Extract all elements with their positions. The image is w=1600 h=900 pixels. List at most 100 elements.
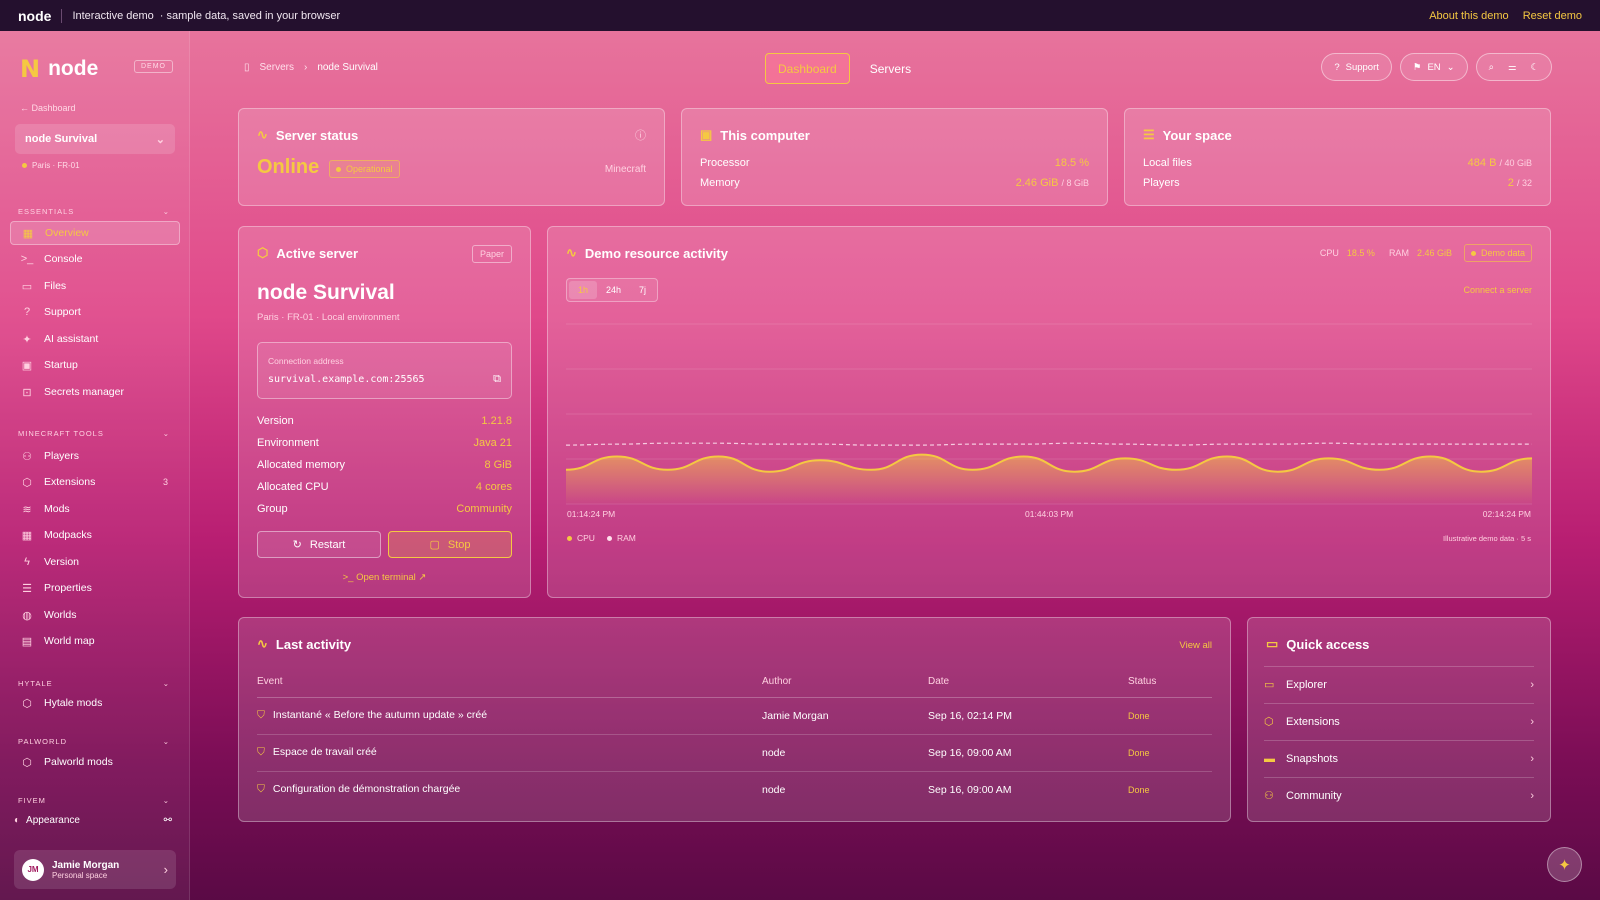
section-essentials[interactable]: ESSENTIALS ⌄: [18, 207, 170, 216]
user-card[interactable]: JM Jamie Morgan Personal space ›: [14, 850, 176, 889]
moon-icon[interactable]: ☾: [1530, 62, 1539, 73]
legend-dot-icon: [606, 536, 612, 542]
x-tick-mid: 01:44:03 PM: [1025, 509, 1074, 519]
folder-icon: ▭: [21, 280, 33, 293]
search-icon[interactable]: ⌕: [1489, 62, 1494, 73]
appearance-row[interactable]: ◐ Appearance ⚯: [14, 815, 172, 826]
nav-palworld-mods[interactable]: ⬡ Palworld mods: [10, 750, 180, 774]
cpu-stat-value: 18.5 %: [1346, 248, 1375, 258]
nav-mods[interactable]: ≋ Mods: [10, 497, 180, 521]
about-demo-link[interactable]: About this demo: [1429, 10, 1509, 22]
status-dot-icon: [22, 163, 27, 169]
external-link-icon: ↗: [415, 572, 427, 583]
server-selector[interactable]: node Survival ⌄: [15, 124, 175, 154]
nav-label: Version: [44, 556, 80, 568]
back-to-dashboard[interactable]: ← Dashboard: [20, 103, 76, 113]
quick-extensions[interactable]: ⬡ Extensions ›: [1264, 703, 1534, 739]
section-palworld[interactable]: PALWORLD ⌄: [18, 737, 170, 746]
nav-startup[interactable]: ▣ Startup: [10, 353, 180, 377]
legend-cpu: CPU: [567, 533, 595, 543]
language-label: EN: [1427, 61, 1441, 73]
nav-ai-assistant[interactable]: ✦ AI assistant: [10, 327, 180, 351]
chevron-right-icon: ›: [303, 62, 308, 73]
section-fivem[interactable]: FIVEM ⌄: [18, 796, 170, 805]
sidebar-toggle-icon[interactable]: ▯: [244, 62, 250, 73]
logo-mark-icon: N: [20, 55, 41, 83]
info-icon[interactable]: ⓘ: [635, 127, 646, 143]
game-label: Minecraft: [604, 164, 646, 175]
sitemap-icon[interactable]: ⚯: [164, 815, 172, 826]
language-select[interactable]: ⚑ EN ⌄: [1399, 53, 1468, 81]
connect-server-link[interactable]: Connect a server: [1463, 285, 1532, 295]
section-minecraft-tools[interactable]: MINECRAFT TOOLS ⌄: [18, 429, 170, 438]
nav-files[interactable]: ▭ Files: [10, 274, 180, 298]
quick-explorer[interactable]: ▭ Explorer ›: [1264, 666, 1534, 702]
table-row[interactable]: ⛉ Instantané « Before the autumn update »…: [257, 697, 1212, 735]
nav-label: Secrets manager: [44, 386, 124, 398]
processor-row: Processor 18.5 %: [700, 157, 1089, 169]
nav-players[interactable]: ⚇ Players: [10, 444, 180, 468]
quick-snapshots[interactable]: ▬ Snapshots ›: [1264, 740, 1534, 776]
connection-address[interactable]: survival.example.com:25565: [268, 374, 425, 385]
open-terminal-link[interactable]: >_ Open terminal ↗: [239, 572, 530, 583]
range-1h[interactable]: 1h: [569, 281, 598, 299]
nav-version[interactable]: ϟ Version: [10, 550, 180, 574]
nav-hytale-mods[interactable]: ⬡ Hytale mods: [10, 691, 180, 715]
nav-extensions[interactable]: ⬡ Extensions 3: [10, 470, 180, 494]
restart-button[interactable]: ↻ Restart: [257, 531, 381, 558]
tab-dashboard[interactable]: Dashboard: [765, 53, 850, 84]
globe-icon: ◍: [22, 609, 32, 622]
avatar: JM: [22, 858, 44, 881]
players-total: / 32: [1516, 178, 1532, 188]
nav-secrets-manager[interactable]: ⊡ Secrets manager: [10, 380, 180, 404]
reset-demo-link[interactable]: Reset demo: [1523, 10, 1582, 22]
layers-icon: ≋: [22, 503, 32, 516]
ai-fab-button[interactable]: ✦: [1547, 847, 1582, 882]
stop-button[interactable]: ▢ Stop: [388, 531, 512, 558]
nav-world-map[interactable]: ▤ World map: [10, 629, 180, 653]
card-title-text: Active server: [276, 245, 359, 261]
nav-worlds[interactable]: ◍ Worlds: [10, 603, 180, 627]
nav-properties[interactable]: ☰ Properties: [10, 576, 180, 600]
top-demo-note: · sample data, saved in your browser: [159, 9, 341, 22]
status-dot-icon: [336, 167, 341, 173]
row-value: 8 GiB: [484, 459, 512, 471]
top-brand: node: [18, 7, 52, 24]
card-title: ∿ Last activity: [257, 636, 351, 652]
table-row[interactable]: ⛉ Configuration de démonstration chargée n…: [257, 771, 1212, 808]
logo[interactable]: N node: [20, 55, 98, 83]
users-icon: ⚇: [1264, 790, 1274, 802]
tab-servers[interactable]: Servers: [858, 53, 923, 84]
ram-stat-label: RAM: [1388, 248, 1409, 258]
header-actions: ? Support ⚑ EN ⌄ ⌕ ⚌ ☾: [1321, 53, 1552, 81]
table-row[interactable]: ⛉ Espace de travail créé node Sep 16, 09:00…: [257, 734, 1212, 772]
range-24h[interactable]: 24h: [597, 281, 630, 299]
info-row-version: Version 1.21.8: [257, 415, 512, 427]
row-key: Allocated CPU: [257, 481, 329, 493]
info-row-environment: Environment Java 21: [257, 437, 512, 449]
nav-console[interactable]: >_ Console: [10, 247, 180, 271]
card-title-text: Your space: [1162, 127, 1232, 143]
range-7j[interactable]: 7j: [630, 281, 655, 299]
sliders-icon[interactable]: ⚌: [1508, 62, 1517, 73]
connection-label: Connection address: [268, 356, 344, 366]
terminal-icon: >_: [20, 253, 34, 265]
nav-modpacks[interactable]: ▦ Modpacks: [10, 523, 180, 547]
memory-label: Memory: [700, 177, 740, 189]
copy-icon[interactable]: ⧉: [493, 373, 501, 386]
top-bar: node Interactive demo · sample data, sav…: [0, 0, 1600, 31]
support-button[interactable]: ? Support: [1321, 53, 1392, 81]
legend-cpu-label: CPU: [577, 533, 595, 543]
nav-support[interactable]: ? Support: [10, 300, 180, 324]
quick-community[interactable]: ⚇ Community ›: [1264, 777, 1534, 813]
nav-overview[interactable]: ▦ Overview: [10, 221, 180, 245]
x-tick-end: 02:14:24 PM: [1482, 509, 1531, 519]
map-icon: ▤: [21, 635, 33, 648]
crumb-servers[interactable]: Servers: [260, 62, 294, 73]
event-text: Espace de travail créé: [272, 746, 377, 758]
table-header: Event Author Date Status: [257, 667, 1212, 698]
section-hytale[interactable]: HYTALE ⌄: [18, 679, 170, 688]
grid-icon: ▦: [21, 529, 33, 542]
view-all-link[interactable]: View all: [1179, 640, 1212, 651]
users-icon: ⚇: [22, 450, 32, 463]
